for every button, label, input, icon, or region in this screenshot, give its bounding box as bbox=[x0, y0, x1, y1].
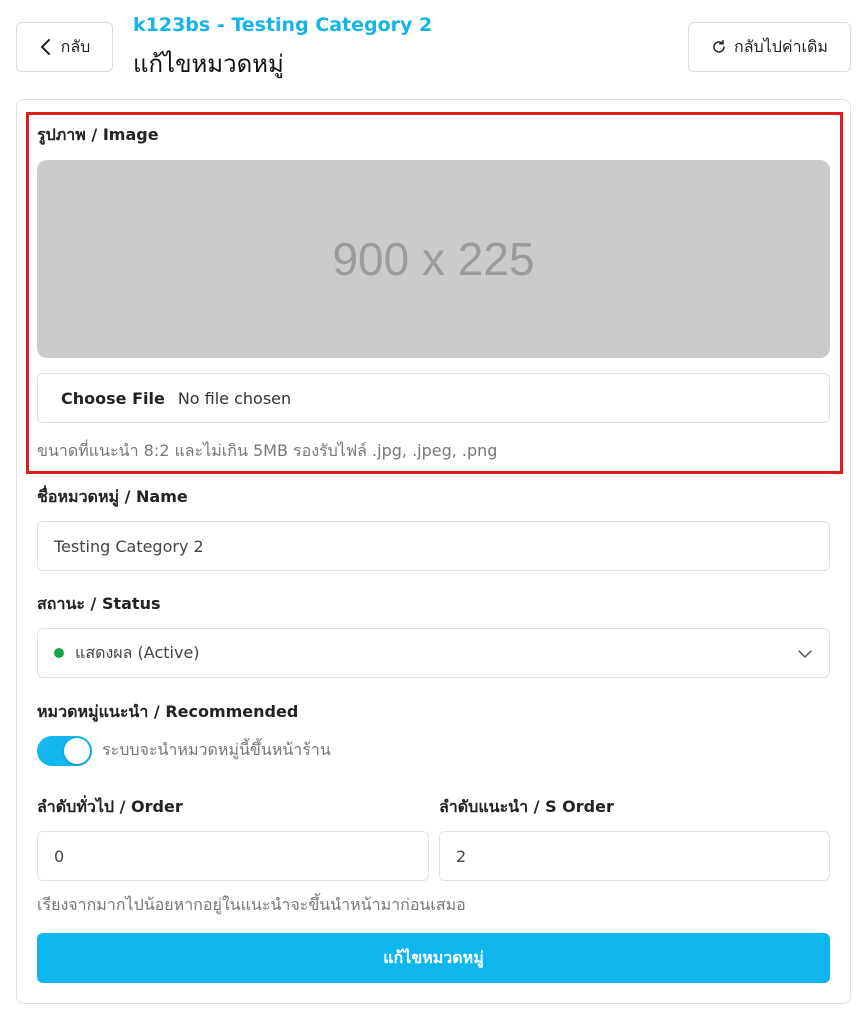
file-input[interactable]: Choose File No file chosen bbox=[37, 373, 830, 423]
toggle-knob bbox=[64, 738, 90, 764]
order-label: ลำดับทั่วไป / Order bbox=[37, 797, 183, 816]
file-status-text: No file chosen bbox=[177, 388, 292, 408]
name-input-value: Testing Category 2 bbox=[54, 536, 204, 556]
name-label: ชื่อหมวดหมู่ / Name bbox=[37, 487, 188, 506]
order-help-text: เรียงจากมากไปน้อยหากอยู่ในแนะนำจะขึ้นนำห… bbox=[37, 895, 466, 914]
reset-button[interactable]: กลับไปค่าเดิม bbox=[688, 22, 851, 72]
status-select-value: แสดงผล (Active) bbox=[75, 642, 200, 662]
choose-file-button[interactable]: Choose File bbox=[61, 389, 165, 408]
page-title: แก้ไขหมวดหมู่ bbox=[133, 50, 284, 78]
image-help-text: ขนาดที่แนะนำ 8:2 และไม่เกิน 5MB รองรับไฟ… bbox=[37, 441, 498, 460]
s-order-input[interactable]: 2 bbox=[439, 831, 830, 881]
page-subtitle: k123bs - Testing Category 2 bbox=[133, 14, 433, 36]
status-label: สถานะ / Status bbox=[37, 594, 161, 613]
chevron-down-icon bbox=[798, 650, 812, 658]
image-preview: 900 x 225 bbox=[37, 160, 830, 358]
recommended-toggle-text: ระบบจะนำหมวดหมู่นี้ขึ้นหน้าร้าน bbox=[102, 740, 331, 759]
status-select[interactable]: แสดงผล (Active) bbox=[37, 628, 830, 678]
back-button-label: กลับ bbox=[60, 36, 91, 56]
s-order-input-value: 2 bbox=[456, 846, 467, 866]
order-input[interactable]: 0 bbox=[37, 831, 429, 881]
submit-button-label: แก้ไขหมวดหมู่ bbox=[383, 947, 484, 967]
image-label: รูปภาพ / Image bbox=[37, 125, 159, 144]
s-order-label: ลำดับแนะนำ / S Order bbox=[439, 797, 614, 816]
recommended-label: หมวดหมู่แนะนำ / Recommended bbox=[37, 702, 299, 721]
refresh-icon bbox=[713, 39, 725, 53]
chevron-left-icon bbox=[40, 39, 50, 55]
submit-button[interactable]: แก้ไขหมวดหมู่ bbox=[37, 933, 830, 983]
status-dot-icon bbox=[54, 648, 64, 658]
back-button[interactable]: กลับ bbox=[16, 22, 113, 72]
image-placeholder-text: 900 x 225 bbox=[332, 233, 535, 285]
order-input-value: 0 bbox=[54, 846, 65, 866]
recommended-toggle[interactable] bbox=[37, 736, 92, 766]
name-input[interactable]: Testing Category 2 bbox=[37, 521, 830, 571]
reset-button-label: กลับไปค่าเดิม bbox=[734, 36, 828, 56]
